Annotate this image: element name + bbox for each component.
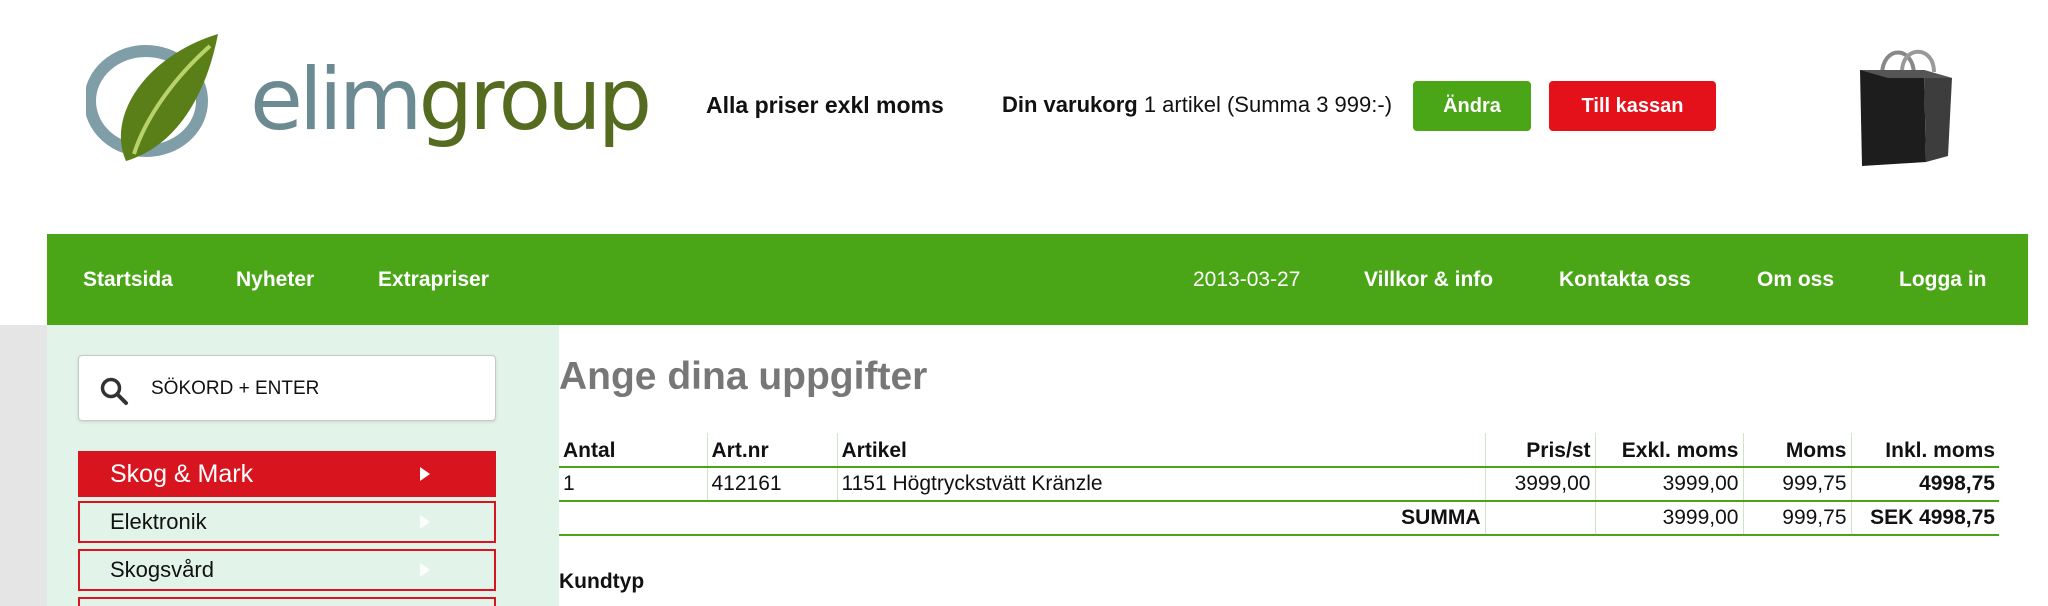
category-skog-mark[interactable]: Skog & Mark xyxy=(78,451,496,497)
cart-summary: 1 artikel (Summa 3 999:-) xyxy=(1143,92,1393,117)
cell-moms: 999,75 xyxy=(1742,467,1851,502)
category-label: Elektronik xyxy=(110,509,207,534)
logo-text-elim: elim xyxy=(250,50,422,150)
col-pris-st: Pris/st xyxy=(1484,433,1595,468)
chevron-right-icon xyxy=(420,515,430,529)
summary-moms: 999,75 xyxy=(1742,501,1851,536)
checkout-button[interactable]: Till kassan xyxy=(1549,81,1716,131)
nav-nyheter[interactable]: Nyheter xyxy=(236,234,314,325)
summary-row: SUMMA 3999,00 999,75 SEK 4998,75 xyxy=(559,501,1999,536)
sidebar: SÖKORD + ENTER Skog & Mark Elektronik Sk… xyxy=(47,325,559,606)
price-note: Alla priser exkl moms xyxy=(706,92,944,118)
cell-artnr: 412161 xyxy=(706,467,837,502)
main-navbar: Startsida Nyheter Extrapriser 2013-03-27… xyxy=(47,234,2028,325)
summary-empty xyxy=(1484,501,1595,536)
main-content: Ange dina uppgifter Antal Art.nr Artikel… xyxy=(559,325,2048,606)
col-antal: Antal xyxy=(559,433,707,468)
nav-date: 2013-03-27 xyxy=(1193,267,1301,291)
change-cart-button[interactable]: Ändra xyxy=(1413,81,1531,131)
summary-exkl: 3999,00 xyxy=(1594,501,1743,536)
nav-villkor-info[interactable]: Villkor & info xyxy=(1364,234,1493,325)
cart-info: Din varukorg 1 artikel (Summa 3 999:-) xyxy=(1002,92,1392,118)
category-skogsvard[interactable]: Skogsvård xyxy=(78,549,496,591)
customer-type-label: Kundtyp xyxy=(559,570,645,593)
chevron-right-icon xyxy=(420,563,430,577)
summary-inkl: SEK 4998,75 xyxy=(1850,501,1999,536)
search-placeholder: SÖKORD + ENTER xyxy=(151,378,320,399)
nav-extrapriser[interactable]: Extrapriser xyxy=(378,234,489,325)
nav-startsida[interactable]: Startsida xyxy=(83,234,173,325)
col-moms: Moms xyxy=(1742,433,1851,468)
page-title: Ange dina uppgifter xyxy=(559,355,928,398)
nav-om-oss[interactable]: Om oss xyxy=(1757,234,1834,325)
site-header: elimgroup Alla priser exkl moms Din varu… xyxy=(0,0,2048,234)
nav-kontakta-oss[interactable]: Kontakta oss xyxy=(1559,234,1691,325)
summary-label: SUMMA xyxy=(559,501,1485,536)
category-partial[interactable] xyxy=(78,597,496,606)
chevron-right-icon xyxy=(420,467,430,481)
cell-artikel[interactable]: 1151 Högtryckstvätt Kränzle xyxy=(836,467,1485,502)
table-row: 1 412161 1151 Högtryckstvätt Kränzle 399… xyxy=(559,467,1999,502)
search-input[interactable]: SÖKORD + ENTER xyxy=(78,355,496,421)
table-header-row: Antal Art.nr Artikel Pris/st Exkl. moms … xyxy=(559,433,1999,468)
search-icon xyxy=(100,377,128,405)
col-artnr: Art.nr xyxy=(706,433,837,468)
order-table: Antal Art.nr Artikel Pris/st Exkl. moms … xyxy=(559,433,1999,536)
col-artikel: Artikel xyxy=(836,433,1485,468)
cell-antal: 1 xyxy=(559,467,707,502)
cell-inkl-moms: 4998,75 xyxy=(1850,467,1999,502)
cart-label: Din varukorg xyxy=(1002,92,1138,117)
cell-exkl-moms: 3999,00 xyxy=(1594,467,1743,502)
nav-logga-in[interactable]: Logga in xyxy=(1899,234,1987,325)
category-elektronik[interactable]: Elektronik xyxy=(78,501,496,543)
cell-pris-st: 3999,00 xyxy=(1484,467,1595,502)
category-label: Skog & Mark xyxy=(110,459,254,488)
category-label: Skogsvård xyxy=(110,557,214,582)
col-inkl-moms: Inkl. moms xyxy=(1850,433,1999,468)
col-exkl-moms: Exkl. moms xyxy=(1594,433,1743,468)
shopping-bag-icon[interactable] xyxy=(1852,40,1962,170)
logo-wordmark[interactable]: elimgroup xyxy=(250,50,652,150)
logo-text-group: group xyxy=(418,50,652,150)
